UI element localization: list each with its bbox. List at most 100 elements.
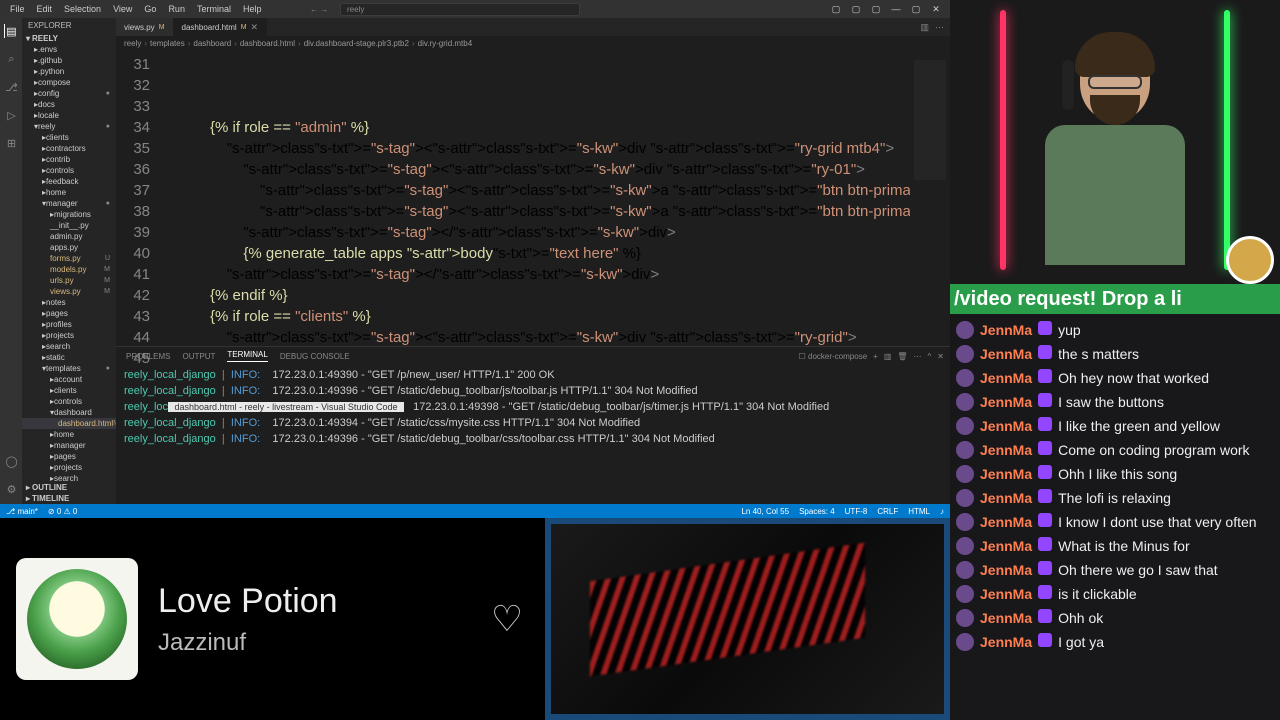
branch-status[interactable]: ⎇ main*	[6, 507, 38, 516]
chat-username[interactable]: JennMa	[980, 321, 1032, 339]
status-item[interactable]: ♪	[940, 507, 944, 516]
chat-username[interactable]: JennMa	[980, 633, 1032, 651]
crumb[interactable]: dashboard.html	[240, 39, 295, 48]
tree-item[interactable]: urls.pyM	[22, 275, 116, 286]
tree-item[interactable]: ▸ .envs	[22, 44, 116, 55]
menu-view[interactable]: View	[107, 2, 138, 16]
tree-item[interactable]: ▸ static	[22, 352, 116, 363]
crumb[interactable]: div.dashboard-stage.plr3.ptb2	[304, 39, 409, 48]
tree-item[interactable]: dashboard.htmlM	[22, 418, 116, 429]
command-center[interactable]: reely	[340, 3, 580, 16]
winctrl-1[interactable]: ▢	[850, 4, 862, 15]
chat-username[interactable]: JennMa	[980, 393, 1032, 411]
tree-item[interactable]: ▸ controls	[22, 165, 116, 176]
tree-item[interactable]: ▸ projects	[22, 462, 116, 473]
chat-username[interactable]: JennMa	[980, 513, 1032, 531]
winctrl-4[interactable]: ▢	[910, 4, 922, 15]
panel-tab-debug console[interactable]: DEBUG CONSOLE	[280, 352, 350, 361]
heart-icon[interactable]: ♡	[485, 597, 529, 641]
crumb[interactable]: div.ry-grid.mtb4	[418, 39, 473, 48]
debug-icon[interactable]: ▷	[4, 108, 18, 122]
tree-item[interactable]: ▸ migrations	[22, 209, 116, 220]
tree-item[interactable]: ▸ account	[22, 374, 116, 385]
chat-username[interactable]: JennMa	[980, 489, 1032, 507]
tree-item[interactable]: ▸ notes	[22, 297, 116, 308]
tree-item[interactable]: ▾ reely●	[22, 121, 116, 132]
tree-item[interactable]: ▸ home	[22, 187, 116, 198]
timeline-section[interactable]: ▸ TIMELINE	[22, 493, 116, 504]
crumb[interactable]: reely	[124, 39, 141, 48]
tree-item[interactable]: ▸ pages	[22, 451, 116, 462]
tree-item[interactable]: ▸ search	[22, 473, 116, 482]
chat-username[interactable]: JennMa	[980, 417, 1032, 435]
chat-username[interactable]: JennMa	[980, 537, 1032, 555]
winctrl-0[interactable]: ▢	[830, 4, 842, 15]
tree-item[interactable]: ▸ feedback	[22, 176, 116, 187]
chat-username[interactable]: JennMa	[980, 609, 1032, 627]
terminal-output[interactable]: reely_local_django | INFO: 172.23.0.1:49…	[116, 365, 950, 504]
explorer-icon[interactable]: ▤	[4, 24, 18, 38]
winctrl-2[interactable]: ▢	[870, 4, 882, 15]
more-icon[interactable]: ⋯	[935, 22, 944, 33]
menu-file[interactable]: File	[4, 2, 31, 16]
status-item[interactable]: Spaces: 4	[799, 507, 835, 516]
panel-tab-output[interactable]: OUTPUT	[182, 352, 215, 361]
trash-icon[interactable]: 🗑	[897, 352, 907, 361]
tree-item[interactable]: ▸ controls	[22, 396, 116, 407]
panel-tab-terminal[interactable]: TERMINAL	[227, 350, 267, 362]
outline-section[interactable]: ▸ OUTLINE	[22, 482, 116, 493]
tree-item[interactable]: ▸ projects	[22, 330, 116, 341]
status-item[interactable]: CRLF	[877, 507, 898, 516]
close-icon[interactable]: ✕	[251, 22, 259, 33]
winctrl-3[interactable]: —	[890, 4, 902, 15]
more-icon[interactable]: ⋯	[914, 352, 922, 361]
status-item[interactable]: HTML	[908, 507, 930, 516]
maximize-icon[interactable]: ^	[928, 352, 932, 361]
tree-item[interactable]: ▸ clients	[22, 132, 116, 143]
search-icon[interactable]: ⌕	[4, 52, 18, 66]
tree-item[interactable]: ▸ .python	[22, 66, 116, 77]
chat-username[interactable]: JennMa	[980, 441, 1032, 459]
crumb[interactable]: dashboard	[193, 39, 231, 48]
tree-item[interactable]: ▸ pages	[22, 308, 116, 319]
scm-icon[interactable]: ⎇	[4, 80, 18, 94]
chat-username[interactable]: JennMa	[980, 369, 1032, 387]
status-item[interactable]: Ln 40, Col 55	[741, 507, 789, 516]
tree-item[interactable]: ▸ manager	[22, 440, 116, 451]
tree-item[interactable]: ▸ contractors	[22, 143, 116, 154]
code-content[interactable]: {% if role == "admin" %} "s-attr">class"…	[160, 50, 910, 346]
winctrl-5[interactable]: ✕	[930, 4, 942, 15]
gear-icon[interactable]: ⚙	[4, 482, 18, 496]
chat-username[interactable]: JennMa	[980, 465, 1032, 483]
menu-go[interactable]: Go	[138, 2, 162, 16]
tree-item[interactable]: ▸ config●	[22, 88, 116, 99]
tree-item[interactable]: ▾ templates●	[22, 363, 116, 374]
add-terminal-icon[interactable]: +	[873, 352, 878, 361]
editor-tab[interactable]: views.py M	[116, 18, 174, 36]
menu-selection[interactable]: Selection	[58, 2, 107, 16]
breadcrumbs[interactable]: reely›templates›dashboard›dashboard.html…	[116, 36, 950, 50]
menu-run[interactable]: Run	[162, 2, 191, 16]
crumb[interactable]: templates	[150, 39, 185, 48]
tree-item[interactable]: ▸ locale	[22, 110, 116, 121]
nav-arrows[interactable]: ← →	[310, 5, 328, 14]
account-icon[interactable]: ◯	[4, 454, 18, 468]
chat-username[interactable]: JennMa	[980, 585, 1032, 603]
tree-item[interactable]: ▸ docs	[22, 99, 116, 110]
minimap[interactable]	[910, 50, 950, 346]
split-icon[interactable]: ▥	[920, 22, 929, 33]
tree-item[interactable]: views.pyM	[22, 286, 116, 297]
workspace-root[interactable]: ▾ REELY	[22, 33, 116, 44]
stream-chat[interactable]: JennMayupJennMathe s mattersJennMaOh hey…	[950, 314, 1280, 720]
extensions-icon[interactable]: ⊞	[4, 136, 18, 150]
editor-tab[interactable]: dashboard.html M ✕	[174, 18, 268, 36]
status-item[interactable]: UTF-8	[845, 507, 868, 516]
menu-edit[interactable]: Edit	[31, 2, 59, 16]
problems-status[interactable]: ⊘ 0 ⚠ 0	[48, 507, 77, 516]
tree-item[interactable]: admin.py	[22, 231, 116, 242]
close-panel-icon[interactable]: ✕	[937, 352, 944, 361]
tree-item[interactable]: ▸ contrib	[22, 154, 116, 165]
tree-item[interactable]: apps.py	[22, 242, 116, 253]
tree-item[interactable]: __init__.py	[22, 220, 116, 231]
tree-item[interactable]: ▾ manager●	[22, 198, 116, 209]
